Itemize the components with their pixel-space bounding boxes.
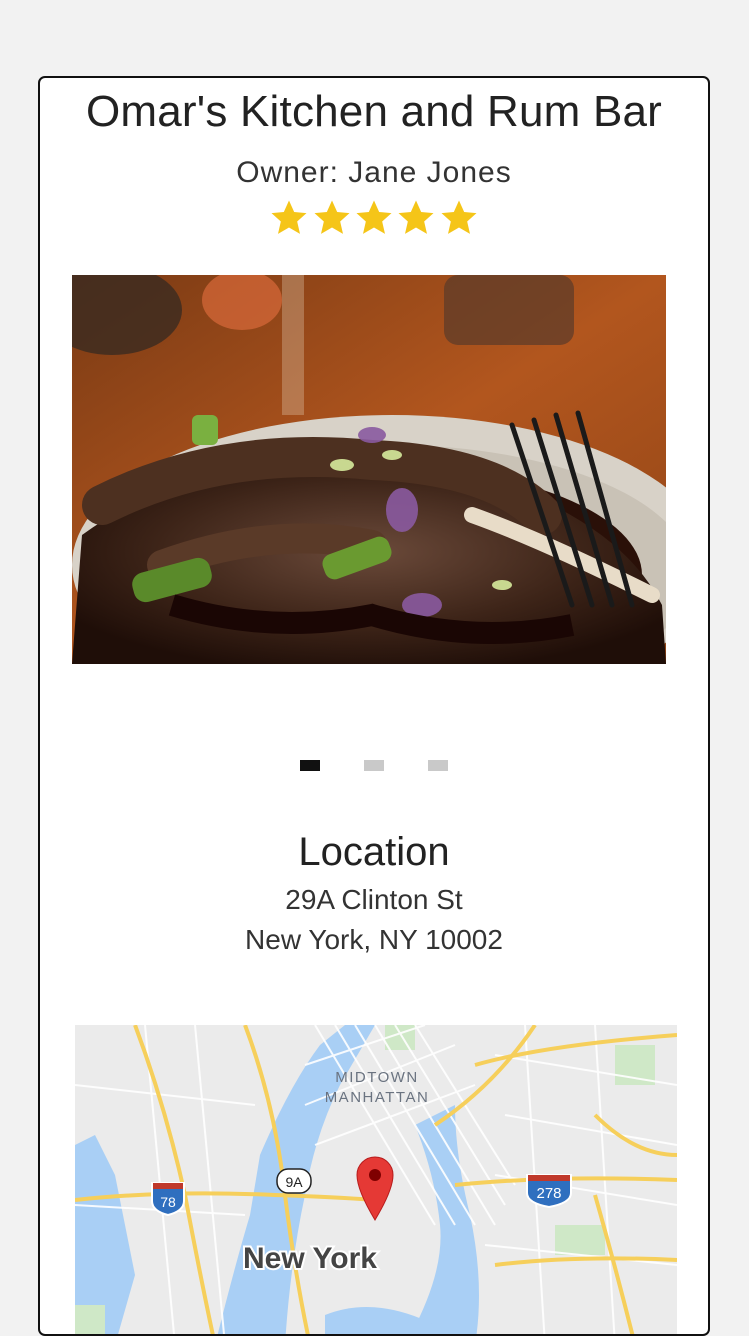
star-icon: [314, 200, 350, 234]
star-rating: [40, 198, 708, 246]
star-icon: [271, 200, 307, 234]
interstate-278-shield: 278: [526, 1174, 572, 1209]
carousel-dot-2[interactable]: [364, 760, 384, 771]
restaurant-card: Omar's Kitchen and Rum Bar Owner: Jane J…: [38, 76, 710, 1336]
svg-text:9A: 9A: [285, 1174, 303, 1190]
carousel-dot-1[interactable]: [299, 760, 320, 771]
carousel-food-photo[interactable]: [72, 275, 666, 664]
food-photo-image: [72, 275, 666, 664]
carousel-indicators: [40, 758, 708, 776]
address-line-1: 29A Clinton St: [285, 884, 463, 915]
interstate-78-shield: 78: [151, 1182, 185, 1217]
restaurant-name: Omar's Kitchen and Rum Bar: [85, 87, 663, 136]
location-map[interactable]: 78 9A 278 MIDTOWN MANHATTAN New York: [75, 1025, 677, 1334]
map-district-label-2: MANHATTAN: [325, 1089, 430, 1106]
star-icon: [441, 200, 477, 234]
address-line-2: New York, NY 10002: [245, 924, 503, 955]
owner-name: Owner: Jane Jones: [236, 156, 512, 189]
carousel-dot-3[interactable]: [428, 760, 449, 771]
svg-text:78: 78: [160, 1194, 176, 1210]
location-heading: Location: [298, 830, 450, 874]
map-district-label-1: MIDTOWN: [335, 1069, 419, 1086]
map-city-label: New York: [243, 1242, 377, 1275]
map-canvas: 78 9A 278 MIDTOWN MANHATTAN New York: [75, 1025, 677, 1334]
svg-text:278: 278: [536, 1185, 561, 1202]
star-icon: [356, 200, 392, 234]
route-9a-shield: 9A: [276, 1168, 312, 1194]
star-icon: [398, 200, 434, 234]
